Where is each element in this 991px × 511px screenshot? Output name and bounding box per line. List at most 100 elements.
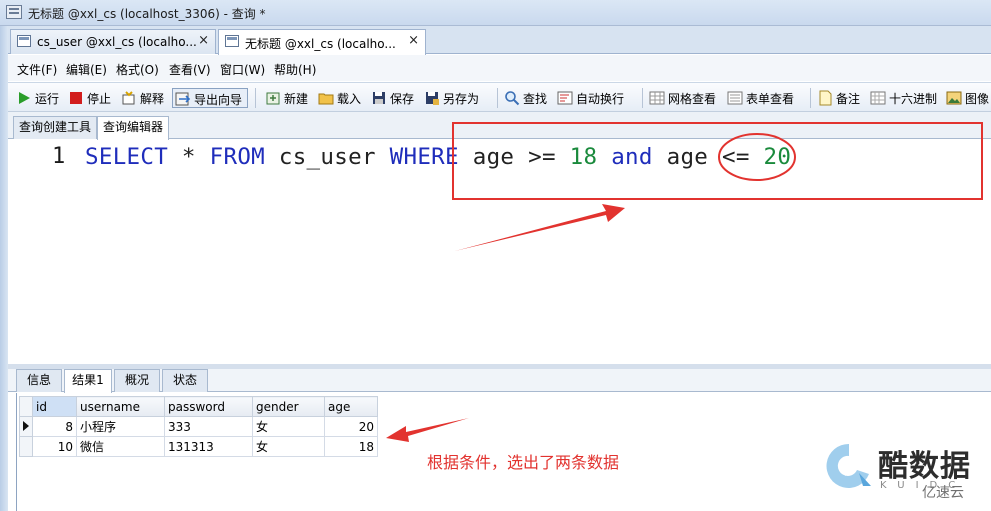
load-button[interactable]: 载入 <box>318 88 370 108</box>
menu-view[interactable]: 查看(V) <box>169 61 211 78</box>
row-indicator <box>19 416 33 437</box>
explain-button[interactable]: 解释 <box>121 88 173 108</box>
document-tab-bar: cs_user @xxl_cs (localho... × 无标题 @xxl_c… <box>8 26 991 55</box>
save-as-button[interactable]: 另存为 <box>424 88 492 108</box>
result-grid: id username password gender age 8 小程序 33… <box>19 396 378 457</box>
cell-age[interactable]: 20 <box>324 416 378 437</box>
result-tab-bar: 信息 结果1 概况 状态 <box>8 369 991 393</box>
token-condition-2: age <= <box>666 144 764 170</box>
cell-gender[interactable]: 女 <box>252 416 325 437</box>
sql-editor[interactable]: 1 SELECT * FROM cs_user WHERE age >= 18 … <box>8 140 991 363</box>
query-tab-bar: 查询创建工具 查询编辑器 <box>8 112 991 140</box>
token-condition-1: age >= <box>458 144 570 170</box>
watermark-logo-icon <box>826 443 871 488</box>
cell-username[interactable]: 小程序 <box>76 416 165 437</box>
tab-cs-user[interactable]: cs_user @xxl_cs (localho... × <box>10 29 216 54</box>
token-star: * <box>168 144 210 170</box>
close-icon[interactable]: × <box>198 33 209 48</box>
save-icon <box>373 92 385 104</box>
row-indicator-header <box>19 396 33 417</box>
keyword-from: FROM <box>209 144 266 170</box>
save-as-icon <box>426 92 439 105</box>
toolbar-separator <box>642 88 643 108</box>
stop-button[interactable]: 停止 <box>68 88 120 108</box>
sql-code-line[interactable]: SELECT * FROM cs_user WHERE age >= 18 an… <box>85 144 791 170</box>
menu-window[interactable]: 窗口(W) <box>220 61 265 78</box>
run-button[interactable]: 运行 <box>16 88 68 108</box>
annotation-note: 根据条件，选出了两条数据 <box>427 453 620 472</box>
column-header-username[interactable]: username <box>76 396 165 417</box>
new-icon <box>266 92 280 105</box>
cell-password[interactable]: 131313 <box>164 436 253 457</box>
watermark-brand: 酷数据 <box>878 449 971 484</box>
word-wrap-icon <box>557 91 573 105</box>
new-button[interactable]: 新建 <box>265 88 317 108</box>
column-header-id[interactable]: id <box>32 396 77 417</box>
menu-file[interactable]: 文件(F) <box>17 61 57 78</box>
image-icon <box>946 91 962 105</box>
app-icon <box>6 5 22 19</box>
explain-icon <box>122 91 135 105</box>
table-icon <box>17 35 31 47</box>
window-frame <box>0 26 8 511</box>
menu-edit[interactable]: 编辑(E) <box>66 61 107 78</box>
tab-untitled-query[interactable]: 无标题 @xxl_cs (localho... × <box>218 29 426 55</box>
cell-password[interactable]: 333 <box>164 416 253 437</box>
watermark-partner: 亿速云 <box>922 485 964 501</box>
tab-status[interactable]: 状态 <box>162 369 208 392</box>
tab-overview[interactable]: 概况 <box>114 369 160 392</box>
export-wizard-button[interactable]: 导出向导 <box>172 88 248 108</box>
row-indicator <box>19 436 33 457</box>
cell-id[interactable]: 10 <box>32 436 77 457</box>
toolbar-separator <box>497 88 498 108</box>
toolbar: 运行 停止 解释 导出向导 新建 载入 保存 另存为 查找 自动换行 网格查看 <box>8 82 991 112</box>
keyword-select: SELECT <box>85 144 169 170</box>
tab-label: 无标题 @xxl_cs (localho... <box>245 37 396 51</box>
tab-query-builder[interactable]: 查询创建工具 <box>13 116 98 139</box>
keyword-and: and <box>597 144 667 170</box>
column-header-age[interactable]: age <box>324 396 378 417</box>
tab-info[interactable]: 信息 <box>16 369 62 392</box>
title-bar: 无标题 @xxl_cs (localhost_3306) - 查询 * <box>0 0 991 26</box>
cell-age[interactable]: 18 <box>324 436 378 457</box>
number-18: 18 <box>569 144 598 170</box>
word-wrap-button[interactable]: 自动换行 <box>557 88 637 108</box>
search-icon <box>505 91 520 106</box>
table-row[interactable]: 8 小程序 333 女 20 <box>19 416 378 437</box>
cell-gender[interactable]: 女 <box>252 436 325 457</box>
column-header-password[interactable]: password <box>164 396 253 417</box>
grid-view-button[interactable]: 网格查看 <box>649 88 727 108</box>
current-row-arrow-icon <box>23 420 29 431</box>
folder-icon <box>318 93 334 105</box>
menu-bar: 文件(F) 编辑(E) 格式(O) 查看(V) 窗口(W) 帮助(H) <box>8 55 991 81</box>
play-icon <box>19 92 30 104</box>
menu-format[interactable]: 格式(O) <box>116 61 159 78</box>
save-button[interactable]: 保存 <box>371 88 423 108</box>
hex-icon <box>870 91 886 105</box>
menu-help[interactable]: 帮助(H) <box>274 61 316 78</box>
form-view-button[interactable]: 表单查看 <box>727 88 805 108</box>
tab-query-editor[interactable]: 查询编辑器 <box>97 116 170 140</box>
stop-icon <box>70 92 82 104</box>
close-icon[interactable]: × <box>408 33 419 48</box>
image-button[interactable]: 图像 <box>946 88 991 108</box>
tab-result-1[interactable]: 结果1 <box>64 369 112 393</box>
table-row[interactable]: 10 微信 131313 女 18 <box>19 436 378 457</box>
column-header-gender[interactable]: gender <box>252 396 325 417</box>
keyword-where: WHERE <box>389 144 459 170</box>
hex-button[interactable]: 十六进制 <box>870 88 942 108</box>
token-table: cs_user <box>265 144 390 170</box>
window-title: 无标题 @xxl_cs (localhost_3306) - 查询 * <box>28 7 266 21</box>
toolbar-separator <box>255 88 256 108</box>
grid-header-row: id username password gender age <box>19 396 378 417</box>
cell-username[interactable]: 微信 <box>76 436 165 457</box>
form-icon <box>727 91 743 105</box>
memo-icon <box>819 90 832 106</box>
find-button[interactable]: 查找 <box>504 88 556 108</box>
query-icon <box>225 35 239 47</box>
toolbar-separator <box>810 88 811 108</box>
cell-id[interactable]: 8 <box>32 416 77 437</box>
memo-button[interactable]: 备注 <box>817 88 869 108</box>
number-20: 20 <box>763 144 792 170</box>
line-number: 1 <box>52 144 66 169</box>
